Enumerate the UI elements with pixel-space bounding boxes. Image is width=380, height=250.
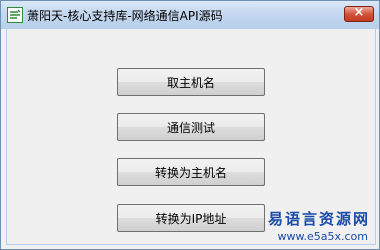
close-icon: × (353, 5, 365, 20)
convert-to-hostname-button[interactable]: 转换为主机名 (117, 158, 265, 186)
watermark-url: www.e5a5x.com (277, 230, 368, 243)
close-button[interactable]: × (344, 5, 374, 22)
convert-to-ip-button[interactable]: 转换为IP地址 (117, 204, 265, 232)
title-bar[interactable]: 萧阳天-核心支持库-网络通信API源码 × (1, 1, 379, 29)
watermark-brand: 易语言资源网 (267, 210, 370, 228)
watermark: 易语言资源网 www.e5a5x.com (262, 208, 374, 248)
window-title: 萧阳天-核心支持库-网络通信API源码 (27, 9, 223, 23)
get-hostname-button[interactable]: 取主机名 (117, 68, 265, 96)
app-icon (7, 7, 23, 23)
communication-test-button[interactable]: 通信测试 (117, 113, 265, 141)
